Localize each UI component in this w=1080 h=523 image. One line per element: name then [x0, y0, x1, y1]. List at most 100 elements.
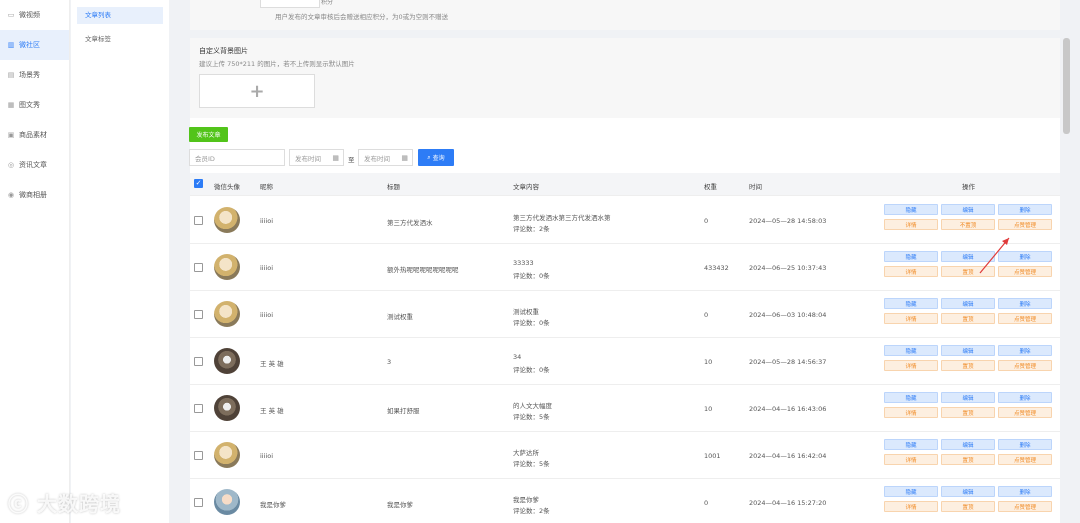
row-action-button[interactable]: 编辑	[941, 392, 995, 403]
sidebar-item-label: 资讯文章	[19, 161, 47, 169]
cell-weight: 10	[704, 358, 713, 366]
row-action-button[interactable]: 隐藏	[884, 204, 938, 215]
query-label: 查询	[432, 155, 445, 162]
row-action-button[interactable]: 置顶	[941, 407, 995, 418]
row-checkbox[interactable]	[194, 498, 203, 507]
calendar-icon: ▦	[332, 154, 339, 162]
sidebar-item[interactable]: ▤ 场景秀	[0, 60, 69, 90]
row-action-button[interactable]: 详情	[884, 454, 938, 465]
avatar-icon	[214, 254, 240, 280]
row-checkbox[interactable]	[194, 404, 203, 413]
row-action-button[interactable]: 编辑	[941, 298, 995, 309]
select-all-checkbox[interactable]: ✓	[194, 179, 203, 188]
points-input[interactable]: 积分	[260, 0, 333, 8]
table-row: iiiioi 测试权重 测试权重 评论数：0条 0 2024—06—03 10:48:04…	[190, 291, 1060, 338]
cell-weight: 10	[704, 405, 713, 413]
sidebar-item[interactable]: ▭ 微视频	[0, 0, 69, 30]
submenu: 文章列表 文章标签	[71, 0, 169, 523]
submenu-item[interactable]: 文章标签	[77, 31, 163, 48]
publish-article-button[interactable]: 发布文章	[189, 127, 228, 142]
cell-nickname: 王 英 雄	[260, 360, 284, 368]
row-action-button[interactable]: 编辑	[941, 439, 995, 450]
row-action-button[interactable]: 点赞管理	[998, 219, 1052, 230]
end-date-input[interactable]: 发布时间 ▦	[358, 149, 413, 166]
row-action-button[interactable]: 删除	[998, 439, 1052, 450]
cell-time: 2024—04—16 16:42:04	[749, 452, 827, 460]
bg-title: 自定义背景图片	[199, 47, 248, 55]
cell-title: 测试权重	[387, 313, 413, 321]
sidebar-item[interactable]: ◉ 微商相册	[0, 180, 69, 210]
row-action-button[interactable]: 点赞管理	[998, 454, 1052, 465]
row-action-button[interactable]: 编辑	[941, 204, 995, 215]
avatar-icon	[214, 301, 240, 327]
to-label: 至	[348, 156, 355, 164]
goods-icon: ▣	[7, 131, 15, 139]
row-action-button[interactable]: 删除	[998, 392, 1052, 403]
cell-time: 2024—06—25 10:37:43	[749, 264, 827, 272]
row-action-button[interactable]: 编辑	[941, 345, 995, 356]
start-date-input[interactable]: 发布时间 ▦	[289, 149, 344, 166]
row-action-button[interactable]: 隐藏	[884, 439, 938, 450]
sidebar-item[interactable]: ▣ 商品素材	[0, 120, 69, 150]
scrollbar[interactable]	[1063, 38, 1070, 134]
query-button[interactable]: ⌕ 查询	[418, 149, 454, 166]
row-action-button[interactable]: 详情	[884, 219, 938, 230]
cell-content: 第三方代发洒水第三方代发洒水第	[513, 214, 611, 222]
row-action-button[interactable]: 置顶	[941, 501, 995, 512]
row-action-button[interactable]: 点赞管理	[998, 501, 1052, 512]
row-action-button[interactable]: 删除	[998, 345, 1052, 356]
row-action-button[interactable]: 置顶	[941, 313, 995, 324]
avatar-dog-icon	[214, 348, 240, 374]
sidebar-item[interactable]: ◎ 资讯文章	[0, 150, 69, 180]
submenu-item[interactable]: 文章列表	[77, 7, 163, 24]
cell-title: 如果打舒服	[387, 407, 420, 415]
row-action-button[interactable]: 隐藏	[884, 298, 938, 309]
row-checkbox[interactable]	[194, 310, 203, 319]
sidebar-item[interactable]: ▦ 图文秀	[0, 90, 69, 120]
row-action-button[interactable]: 隐藏	[884, 251, 938, 262]
row-action-button[interactable]: 详情	[884, 313, 938, 324]
points-setting-panel: 积分 用户发布的文章审核后会赠送相应积分，为0或为空则不赠送	[190, 0, 1060, 30]
search-icon: ⌕	[427, 153, 431, 161]
row-action-button[interactable]: 隐藏	[884, 486, 938, 497]
cell-comments: 评论数：0条	[513, 272, 550, 280]
row-action-button[interactable]: 删除	[998, 204, 1052, 215]
scene-icon: ▤	[7, 71, 15, 79]
row-checkbox[interactable]	[194, 263, 203, 272]
row-action-button[interactable]: 删除	[998, 486, 1052, 497]
row-checkbox[interactable]	[194, 451, 203, 460]
row-action-button[interactable]: 点赞管理	[998, 407, 1052, 418]
cell-content: 34	[513, 353, 522, 361]
row-action-button[interactable]: 点赞管理	[998, 360, 1052, 371]
cell-comments: 评论数：2条	[513, 507, 550, 515]
member-id-input[interactable]: 会员ID	[189, 149, 285, 166]
row-action-button[interactable]: 隐藏	[884, 345, 938, 356]
cell-nickname: iiiioi	[260, 217, 274, 225]
points-hint: 用户发布的文章审核后会赠送相应积分，为0或为空则不赠送	[275, 13, 449, 21]
album-icon: ◉	[7, 191, 15, 199]
watermark-text: 大数跨境	[36, 492, 121, 516]
row-action-button[interactable]: 详情	[884, 407, 938, 418]
row-action-button[interactable]: 详情	[884, 501, 938, 512]
sidebar-item-label: 图文秀	[19, 101, 40, 109]
sidebar-item-label: 场景秀	[19, 71, 40, 79]
row-action-button[interactable]: 隐藏	[884, 392, 938, 403]
row-action-button[interactable]: 置顶	[941, 454, 995, 465]
row-action-button[interactable]: 编辑	[941, 486, 995, 497]
row-action-button[interactable]: 详情	[884, 360, 938, 371]
row-action-button[interactable]: 置顶	[941, 360, 995, 371]
avatar-kid-icon	[214, 489, 240, 515]
row-checkbox[interactable]	[194, 357, 203, 366]
member-id-placeholder: 会员ID	[195, 154, 215, 163]
main-content: 积分 用户发布的文章审核后会赠送相应积分，为0或为空则不赠送 自定义背景图片 建…	[178, 0, 1070, 523]
row-action-button[interactable]: 点赞管理	[998, 313, 1052, 324]
header-ops: 操作	[962, 183, 975, 191]
cell-comments: 评论数：2条	[513, 225, 550, 233]
row-action-button[interactable]: 删除	[998, 298, 1052, 309]
row-action-button[interactable]: 详情	[884, 266, 938, 277]
row-action-button[interactable]: 不置顶	[941, 219, 995, 230]
image-text-icon: ▦	[7, 101, 15, 109]
sidebar-item[interactable]: ▥ 微社区	[0, 30, 69, 60]
upload-image-button[interactable]: +	[199, 74, 315, 108]
row-checkbox[interactable]	[194, 216, 203, 225]
